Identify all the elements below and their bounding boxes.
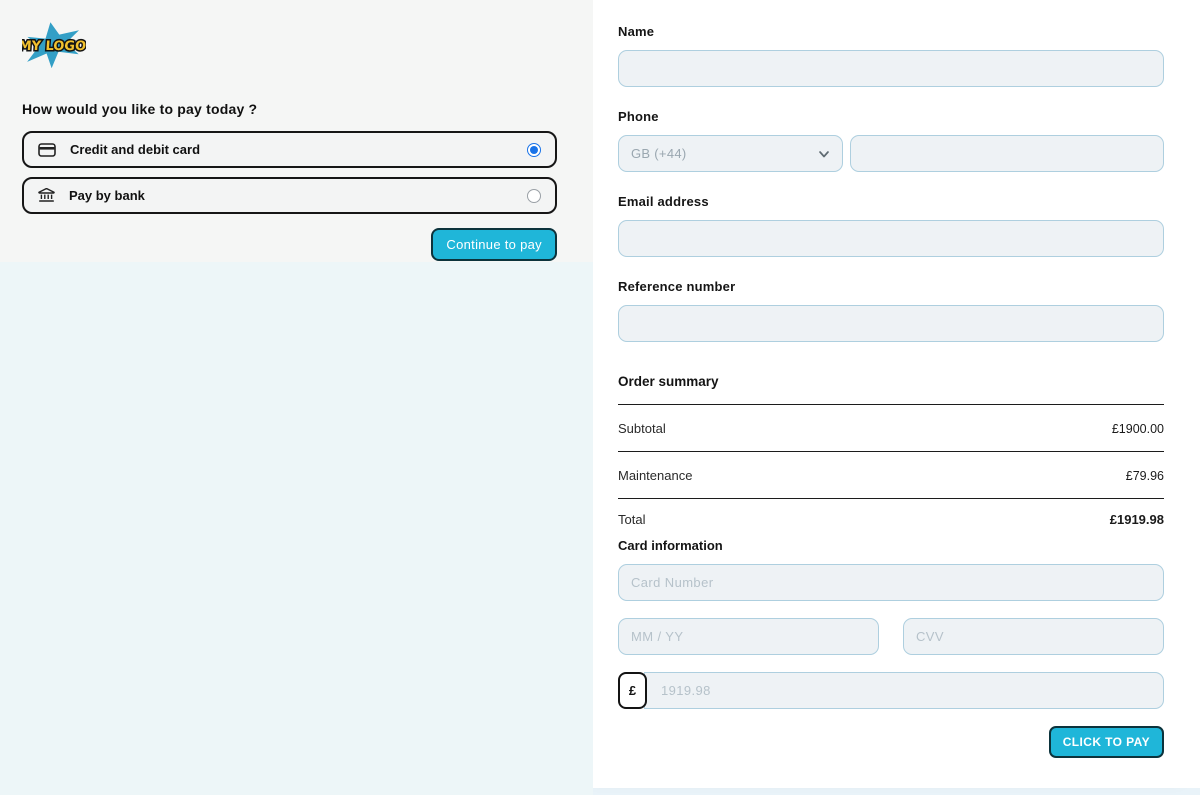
- card-cvv-input[interactable]: [903, 618, 1164, 655]
- credit-card-icon: [38, 143, 56, 157]
- continue-to-pay-button[interactable]: Continue to pay: [431, 228, 557, 261]
- summary-row-total: Total £1919.98: [618, 499, 1164, 532]
- chevron-down-icon: [818, 148, 830, 160]
- option-label: Credit and debit card: [70, 142, 513, 157]
- amount-input[interactable]: [644, 672, 1164, 709]
- option-credit-debit-card[interactable]: Credit and debit card: [22, 131, 557, 168]
- checkout-page: MY LOGO How would you like to pay today …: [0, 0, 1200, 795]
- maintenance-label: Maintenance: [618, 468, 692, 483]
- total-value: £1919.98: [1110, 512, 1164, 527]
- email-label: Email address: [618, 194, 1164, 209]
- star-logo-icon: MY LOGO: [22, 22, 86, 68]
- name-label: Name: [618, 24, 1164, 39]
- subtotal-label: Subtotal: [618, 421, 666, 436]
- subtotal-value: £1900.00: [1112, 422, 1164, 436]
- summary-row-subtotal: Subtotal £1900.00: [618, 405, 1164, 451]
- click-to-pay-button[interactable]: CLICK TO PAY: [1049, 726, 1164, 758]
- card-expiry-input[interactable]: [618, 618, 879, 655]
- pay-method-heading: How would you like to pay today ?: [22, 101, 557, 117]
- phone-label: Phone: [618, 109, 1164, 124]
- option-pay-by-bank[interactable]: Pay by bank: [22, 177, 557, 214]
- phone-number-input[interactable]: [850, 135, 1164, 172]
- currency-symbol: £: [618, 672, 647, 709]
- order-summary: Order summary Subtotal £1900.00 Maintena…: [618, 374, 1164, 532]
- card-information-section: Card information £ CLICK TO PAY: [618, 538, 1164, 758]
- reference-label: Reference number: [618, 279, 1164, 294]
- radio-credit-card[interactable]: [527, 143, 541, 157]
- company-logo: MY LOGO: [22, 22, 86, 73]
- phone-country-select[interactable]: GB (+44): [618, 135, 843, 172]
- option-label: Pay by bank: [69, 188, 513, 203]
- maintenance-value: £79.96: [1126, 469, 1164, 483]
- card-information-heading: Card information: [618, 538, 1164, 553]
- phone-country-value: GB (+44): [631, 146, 687, 161]
- payment-method-panel: MY LOGO How would you like to pay today …: [0, 0, 593, 795]
- email-input[interactable]: [618, 220, 1164, 257]
- radio-pay-by-bank[interactable]: [527, 189, 541, 203]
- payment-form-panel: Name Phone GB (+44) Email address Refere…: [593, 0, 1200, 788]
- card-number-input[interactable]: [618, 564, 1164, 601]
- svg-text:MY LOGO: MY LOGO: [22, 39, 86, 54]
- bank-icon: [38, 188, 55, 203]
- order-summary-heading: Order summary: [618, 374, 1164, 389]
- name-input[interactable]: [618, 50, 1164, 87]
- total-label: Total: [618, 512, 645, 527]
- reference-input[interactable]: [618, 305, 1164, 342]
- summary-row-maintenance: Maintenance £79.96: [618, 452, 1164, 498]
